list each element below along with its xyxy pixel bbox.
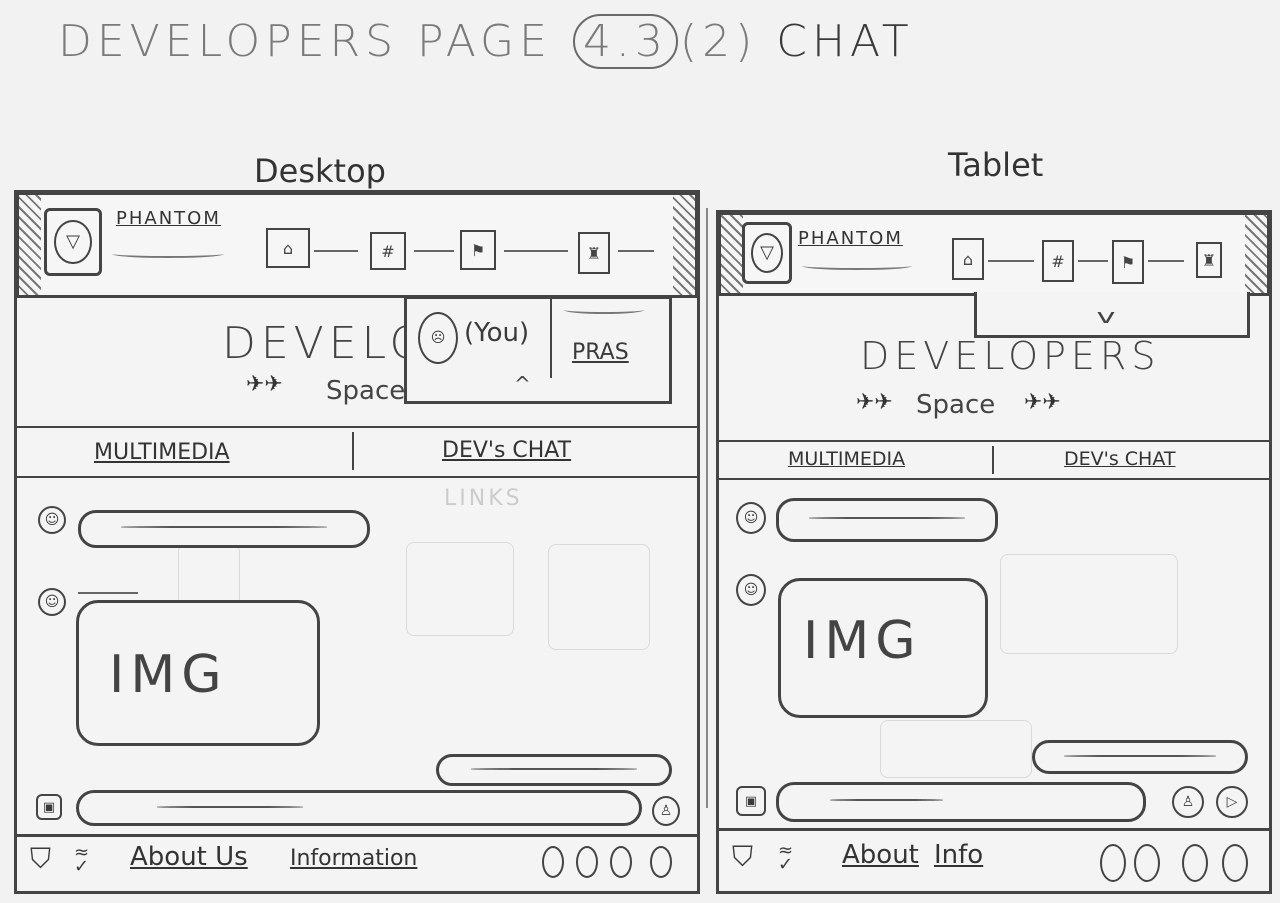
ghost-tile — [880, 720, 1032, 778]
trophy-icon[interactable]: ♜ — [578, 232, 610, 274]
desktop-hero-sub: Space — [326, 376, 406, 406]
nav-label-line — [504, 246, 568, 252]
scroll-indicator — [706, 208, 708, 808]
dropdown-name[interactable]: PRAS — [572, 340, 629, 365]
shield-logo-icon[interactable]: ⛉ — [732, 840, 753, 874]
trophy-icon[interactable]: ♜ — [1196, 242, 1222, 278]
grid-icon[interactable]: # — [370, 232, 406, 270]
chat-image-label: IMG — [803, 611, 922, 671]
chat-image[interactable]: IMG — [778, 578, 988, 718]
page-title-chat: CHAT — [776, 16, 914, 67]
nav-hatch-left — [721, 215, 743, 293]
send-icon[interactable]: ▷ — [1216, 786, 1248, 818]
desktop-label: Desktop — [254, 152, 386, 190]
footer-squiggle-icon: ≈ ✓ — [778, 840, 794, 875]
shield-logo-icon[interactable]: ▽ — [742, 222, 792, 284]
attach-icon[interactable]: ▣ — [736, 786, 766, 816]
footer-about[interactable]: About Us — [130, 842, 248, 872]
brand-squiggle — [112, 250, 224, 258]
tab-divider — [352, 432, 354, 470]
chat-message — [776, 498, 998, 542]
chat-message-own — [436, 754, 672, 786]
home-icon[interactable]: ⌂ — [266, 228, 310, 268]
page-title-text: DEVELOPERS PAGE — [58, 16, 552, 67]
tab-devs-chat[interactable]: DEV's CHAT — [442, 438, 571, 463]
sender-name-line — [78, 588, 138, 594]
user-icon: ☹ — [418, 312, 458, 364]
desktop-brand[interactable]: PHANTOM — [116, 208, 221, 229]
message-input[interactable] — [776, 782, 1146, 822]
social-icon[interactable] — [1134, 844, 1160, 882]
tab-divider — [992, 446, 994, 474]
chat-message — [78, 510, 370, 548]
dropdown-squiggle — [564, 306, 644, 314]
ghost-tile — [1000, 554, 1178, 654]
chat-image-label: IMG — [109, 645, 228, 705]
nav-label-line — [314, 246, 358, 252]
tablet-label: Tablet — [948, 146, 1044, 184]
nav-hatch-left — [19, 195, 41, 295]
ghost-tile — [406, 542, 514, 636]
dropdown-you[interactable]: (You) — [464, 318, 529, 348]
social-icon[interactable] — [1182, 844, 1208, 882]
user-icon: ☺ — [38, 506, 66, 534]
nav-hatch-right — [1245, 215, 1267, 293]
social-icon[interactable] — [610, 846, 632, 878]
tablet-brand[interactable]: PHANTOM — [798, 228, 903, 249]
social-icon[interactable] — [576, 846, 598, 878]
shield-logo-icon[interactable]: ⛉ — [30, 842, 51, 876]
flag-icon[interactable]: ⚑ — [460, 230, 496, 270]
dropdown-divider — [550, 298, 552, 378]
message-input[interactable] — [76, 790, 642, 826]
nav-label-line — [414, 246, 454, 252]
home-icon[interactable]: ⌂ — [952, 238, 984, 280]
satellite-icon: ✈✈ — [246, 372, 283, 397]
user-icon: ☺ — [736, 502, 766, 534]
joystick-icon[interactable]: ♙ — [652, 796, 680, 826]
flag-icon[interactable]: ⚑ — [1112, 240, 1144, 284]
tablet-navbar — [718, 212, 1270, 296]
chevron-up-icon[interactable]: ^ — [514, 372, 531, 396]
tab-multimedia[interactable]: MULTIMEDIA — [94, 440, 230, 465]
nav-hatch-right — [673, 195, 695, 295]
brand-squiggle — [802, 262, 912, 270]
tab-multimedia[interactable]: MULTIMEDIA — [788, 448, 905, 470]
nav-label-line — [988, 256, 1034, 262]
social-icon[interactable] — [1100, 844, 1126, 882]
social-icon[interactable] — [542, 846, 564, 878]
tablet-hero-sub: Space — [916, 390, 996, 420]
footer-info[interactable]: Info — [934, 840, 983, 870]
social-icon[interactable] — [1222, 844, 1248, 882]
footer-about[interactable]: About — [842, 840, 919, 870]
user-icon: ☺ — [38, 588, 66, 616]
desktop-hero-title: DEVELO — [222, 318, 430, 369]
social-icon[interactable] — [650, 846, 672, 878]
chevron-down-icon[interactable]: v — [1096, 304, 1115, 328]
page-title: DEVELOPERS PAGE 4.3 (2) CHAT — [58, 14, 914, 69]
shield-logo-icon[interactable]: ▽ — [44, 208, 102, 276]
page-sub-number: (2) — [679, 16, 758, 67]
satellite-icon: ✈✈ — [856, 390, 893, 415]
ghost-links: LINKS — [444, 486, 523, 511]
nav-label-line — [1148, 256, 1184, 262]
satellite-icon: ✈✈ — [1024, 390, 1061, 415]
footer-squiggle-icon: ≈ ✓ — [74, 842, 90, 877]
joystick-icon[interactable]: ♙ — [1172, 786, 1204, 818]
user-icon: ☺ — [736, 574, 766, 606]
chat-message-own — [1032, 740, 1248, 774]
ghost-tile — [548, 544, 650, 650]
page-number: 4.3 — [572, 14, 678, 69]
chat-image[interactable]: IMG — [76, 600, 320, 746]
nav-label-line — [618, 246, 654, 252]
nav-label-line — [1078, 256, 1108, 262]
tablet-hero-title: DEVELOPERS — [860, 334, 1161, 378]
grid-icon[interactable]: # — [1042, 240, 1074, 282]
attach-icon[interactable]: ▣ — [36, 794, 62, 820]
tab-devs-chat[interactable]: DEV's CHAT — [1064, 448, 1175, 470]
footer-info[interactable]: Information — [290, 846, 417, 871]
